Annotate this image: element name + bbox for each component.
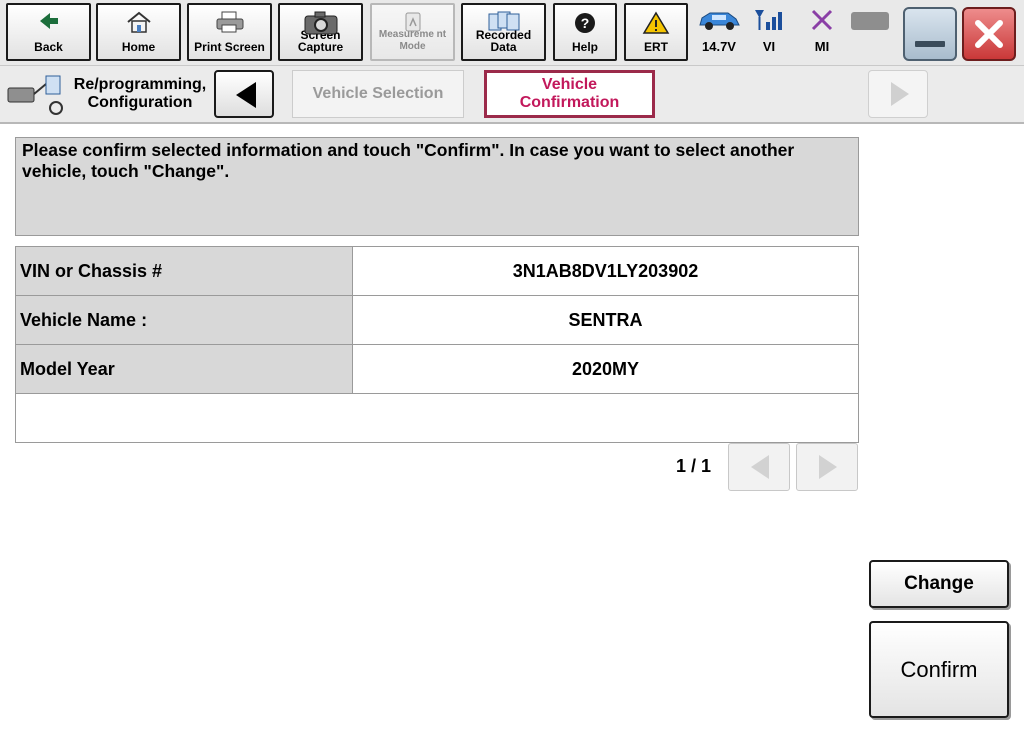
breadcrumb: Re/programming, Configuration Vehicle Se… xyxy=(0,66,1024,124)
warning-icon xyxy=(642,11,670,38)
top-toolbar: Back Home Print Screen Screen Capture Me… xyxy=(0,0,1024,66)
status-indicator-icon xyxy=(851,12,889,30)
step-vehicle-confirmation-line2: Confirmation xyxy=(519,94,620,111)
confirm-button[interactable]: Confirm xyxy=(869,621,1009,718)
step-vehicle-confirmation-line1: Vehicle xyxy=(541,76,598,93)
table-row: VIN or Chassis # 3N1AB8DV1LY203902 xyxy=(15,246,859,296)
confirm-button-label: Confirm xyxy=(900,656,978,682)
page-title: Re/programming, Configuration xyxy=(68,76,212,112)
home-icon xyxy=(126,11,152,36)
car-battery-icon xyxy=(696,8,742,35)
minimize-icon xyxy=(915,41,945,47)
empty-cell xyxy=(15,393,859,443)
previous-page-button[interactable] xyxy=(728,443,790,491)
ert-label: ERT xyxy=(644,40,668,54)
empty-table-row xyxy=(15,393,859,443)
print-screen-button[interactable]: Print Screen xyxy=(187,3,272,61)
vin-label: VIN or Chassis # xyxy=(15,246,353,296)
vi-label: VI xyxy=(762,39,776,54)
breadcrumb-next-button[interactable] xyxy=(868,70,928,118)
model-year-value: 2020MY xyxy=(352,344,859,394)
back-label: Back xyxy=(34,40,63,54)
vehicle-info-table: VIN or Chassis # 3N1AB8DV1LY203902 Vehic… xyxy=(15,246,859,443)
vehicle-name-value: SENTRA xyxy=(352,295,859,345)
vi-status: VI xyxy=(752,8,786,54)
mi-label: MI xyxy=(814,39,830,54)
recorded-data-icon xyxy=(487,11,521,38)
help-icon: ? xyxy=(573,11,597,38)
svg-text:?: ? xyxy=(581,15,590,31)
page-indicator: 1 / 1 xyxy=(676,456,712,476)
vin-value: 3N1AB8DV1LY203902 xyxy=(352,246,859,296)
step-vehicle-confirmation: Vehicle Confirmation xyxy=(484,70,655,118)
back-button[interactable]: Back xyxy=(6,3,91,61)
recorded-data-button[interactable]: Recorded Data xyxy=(461,3,546,61)
mi-status: MI xyxy=(805,8,839,54)
help-label: Help xyxy=(571,40,598,54)
help-button[interactable]: ? Help xyxy=(553,3,617,61)
minimize-button[interactable] xyxy=(903,7,957,61)
page-title-line1: Re/programming, xyxy=(73,76,207,93)
page-title-line2: Configuration xyxy=(87,94,193,111)
vehicle-name-label: Vehicle Name : xyxy=(15,295,353,345)
mi-x-icon xyxy=(809,8,835,35)
printer-icon xyxy=(215,11,245,36)
camera-icon xyxy=(303,11,339,38)
home-button[interactable]: Home xyxy=(96,3,181,61)
model-year-label: Model Year xyxy=(15,344,353,394)
next-arrow-icon xyxy=(817,453,839,486)
back-arrow-icon xyxy=(38,11,60,34)
breadcrumb-back-button[interactable] xyxy=(214,70,274,118)
measurement-mode-button[interactable]: Measureme nt Mode xyxy=(370,3,455,61)
table-row: Vehicle Name : SENTRA xyxy=(15,295,859,345)
screen-capture-button[interactable]: Screen Capture xyxy=(278,3,363,61)
change-button-label: Change xyxy=(904,573,974,594)
print-screen-label: Print Screen xyxy=(194,40,265,54)
change-button[interactable]: Change xyxy=(869,560,1009,608)
signal-icon xyxy=(752,8,786,35)
step-vehicle-selection[interactable]: Vehicle Selection xyxy=(292,70,464,118)
voltage-label: 14.7V xyxy=(702,39,736,54)
close-button[interactable] xyxy=(962,7,1016,61)
close-icon xyxy=(972,17,1006,56)
home-label: Home xyxy=(121,40,156,54)
table-row: Model Year 2020MY xyxy=(15,344,859,394)
reprogramming-icon xyxy=(6,74,66,121)
instruction-message: Please confirm selected information and … xyxy=(15,137,859,236)
next-page-button[interactable] xyxy=(796,443,858,491)
next-triangle-icon xyxy=(889,80,911,113)
previous-arrow-icon xyxy=(749,453,771,486)
ert-button[interactable]: ERT xyxy=(624,3,688,61)
measurement-icon xyxy=(401,11,425,38)
battery-voltage-status: 14.7V xyxy=(694,8,744,54)
back-triangle-icon xyxy=(232,80,258,115)
step-vehicle-selection-label: Vehicle Selection xyxy=(312,85,444,102)
